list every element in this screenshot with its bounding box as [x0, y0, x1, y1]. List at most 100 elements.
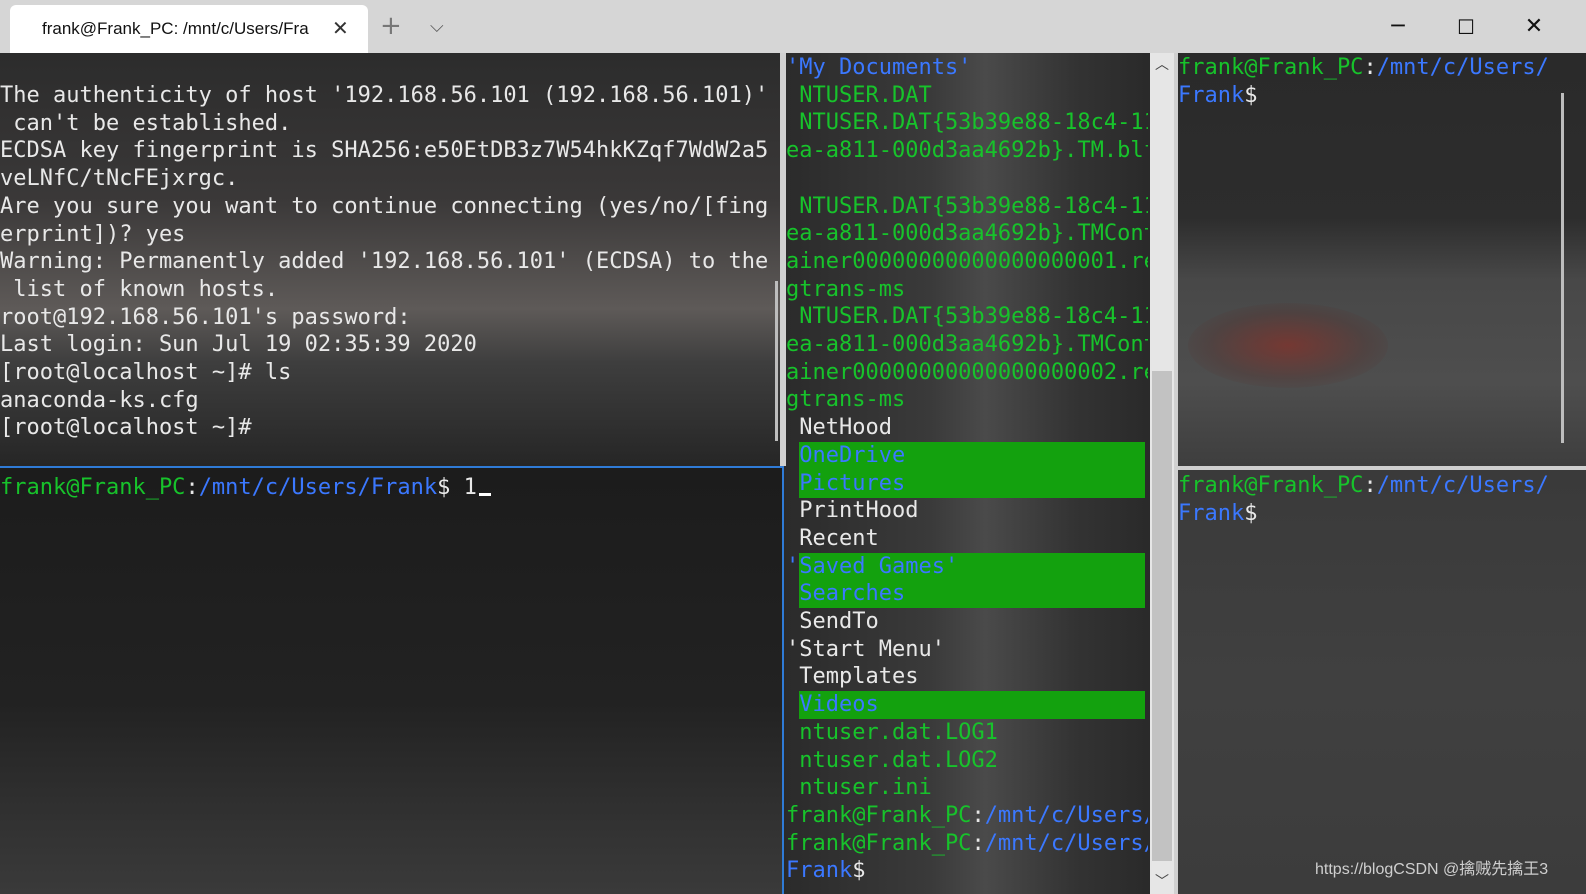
listing-entry-text: Searches	[786, 581, 906, 607]
pane-background	[0, 468, 782, 894]
pane-divider[interactable]	[1178, 466, 1586, 470]
prompt-line: frank@Frank_PC:/mnt/c/Users/Frank$ 1	[0, 474, 491, 502]
listing-pane[interactable]: 'My Documents' NTUSER.DAT NTUSER.DAT{53b…	[786, 53, 1148, 894]
maximize-button[interactable]: ☐	[1446, 10, 1486, 44]
listing-entry-text: ea-a811-000d3aa4692b}.TMCont	[786, 221, 1148, 247]
prompt-dollar: $	[1244, 501, 1258, 526]
listing-entry: NTUSER.DAT{53b39e88-18c4-11	[786, 193, 1148, 221]
ssh-output-line: [root@localhost ~]# ls	[0, 360, 292, 385]
prompt-dollar: $	[1244, 83, 1258, 108]
top-right-shell-pane[interactable]: frank@Frank_PC:/mnt/c/Users/ Frank$	[1178, 53, 1586, 466]
listing-entry: OneDrive	[786, 441, 1148, 470]
active-shell-pane[interactable]: frank@Frank_PC:/mnt/c/Users/Frank$ 1	[0, 466, 784, 894]
listing-entry: ainer00000000000000000002.re	[786, 359, 1148, 387]
listing-entry: gtrans-ms	[786, 276, 905, 304]
listing-entry-text: ntuser.dat.LOG2	[786, 747, 998, 773]
listing-entry-text: Recent	[786, 525, 879, 551]
pane-divider[interactable]	[780, 53, 786, 466]
listing-entry: ea-a811-000d3aa4692b}.TM.blf	[786, 137, 1148, 165]
scrollbar-thumb[interactable]	[775, 281, 778, 441]
scrollbar-thumb[interactable]	[1152, 371, 1172, 861]
text-cursor	[478, 493, 491, 496]
tab-close-icon[interactable]: ✕	[332, 16, 349, 40]
terminal-tab[interactable]: frank@Frank_PC: /mnt/c/Users/Fra ✕	[10, 5, 368, 53]
scroll-up-icon[interactable]: ︿	[1150, 53, 1174, 77]
listing-entry: ntuser.dat.LOG2	[786, 747, 998, 775]
prompt-line: frank@Frank_PC:/mnt/c/Users/	[786, 802, 1148, 830]
close-window-button[interactable]: ✕	[1514, 10, 1554, 44]
listing-entry-text: gtrans-ms	[786, 276, 906, 302]
prompt-colon: :	[971, 803, 985, 828]
listing-entry-text: NTUSER.DAT{53b39e88-18c4-11	[786, 304, 1148, 330]
listing-entry: 'Start Menu'	[786, 636, 945, 664]
prompt-colon: :	[1363, 473, 1377, 498]
command-input[interactable]: 1	[450, 475, 477, 500]
prompt-path: Frank	[1178, 501, 1245, 526]
ssh-output-line: Are you sure you want to continue connec…	[0, 193, 769, 219]
prompt-line: Frank$	[1178, 82, 1257, 110]
pane-background	[1178, 53, 1586, 466]
ssh-pane[interactable]: The authenticity of host '192.168.56.101…	[0, 53, 780, 466]
listing-entry-text: 'Start Menu'	[786, 636, 945, 662]
chevron-down-icon[interactable]: ⌵	[430, 15, 444, 39]
listing-entry: NTUSER.DAT	[786, 82, 932, 110]
listing-entry-text: Templates	[786, 664, 919, 690]
bottom-right-shell-pane[interactable]: frank@Frank_PC:/mnt/c/Users/ Frank$	[1178, 470, 1586, 894]
prompt-path: /mnt/c/Users/Frank	[198, 475, 438, 500]
prompt-path: /mnt/c/Users/	[984, 803, 1148, 828]
new-tab-plus-icon[interactable]: +	[380, 12, 402, 40]
listing-entry-text: ea-a811-000d3aa4692b}.TM.blf	[786, 138, 1148, 164]
prompt-path: /mnt/c/Users/	[1376, 473, 1549, 498]
minimize-button[interactable]: ─	[1378, 10, 1418, 44]
listing-entry-text: NTUSER.DAT{53b39e88-18c4-11	[786, 110, 1148, 136]
listing-entry: gtrans-ms	[786, 386, 905, 414]
prompt-line: frank@Frank_PC:/mnt/c/Users/	[1178, 472, 1549, 500]
ssh-output-line: can't be established.	[0, 110, 292, 136]
ssh-output-line: veLNfC/tNcFEjxrgc.	[0, 166, 239, 192]
listing-entry-text: ea-a811-000d3aa4692b}.TMCont	[786, 332, 1148, 357]
prompt-dollar: $	[852, 858, 866, 883]
ssh-output-line: list of known hosts.	[0, 276, 279, 302]
prompt-user: frank@Frank_PC	[1178, 55, 1364, 80]
listing-entry-text: PrintHood	[786, 498, 919, 524]
listing-entry: NTUSER.DAT{53b39e88-18c4-11	[786, 303, 1148, 331]
listing-entry: Videos	[786, 691, 1148, 720]
listing-entry: Pictures	[786, 469, 1148, 498]
listing-entry-text: gtrans-ms	[786, 387, 906, 413]
title-bar: frank@Frank_PC: /mnt/c/Users/Fra ✕ + ⌵ ─…	[0, 0, 1586, 53]
listing-entry-text: 'Saved Games'	[786, 553, 959, 579]
listing-entry: ntuser.dat.LOG1	[786, 719, 998, 747]
prompt-path: Frank	[786, 858, 853, 883]
prompt-line: frank@Frank_PC:/mnt/c/Users/	[1178, 54, 1549, 82]
watermark-text: https://blogCSDN @擒贼先擒王3	[1315, 861, 1549, 878]
scroll-down-icon[interactable]: ﹀	[1150, 870, 1174, 894]
listing-scrollbar[interactable]: ︿ ﹀	[1150, 53, 1174, 894]
listing-entry-text: NTUSER.DAT	[786, 82, 932, 108]
ssh-output-line: ECDSA key fingerprint is SHA256:e50EtDB3…	[0, 138, 769, 164]
prompt-colon: :	[971, 831, 985, 856]
listing-entry: 'Saved Games'	[786, 552, 1148, 581]
listing-entry: ainer00000000000000000001.re	[786, 248, 1148, 276]
listing-entry-text: NTUSER.DAT{53b39e88-18c4-11	[786, 193, 1148, 219]
listing-entry: ntuser.ini	[786, 774, 932, 802]
listing-entry-text: OneDrive	[786, 442, 906, 468]
ssh-output-line: Last login: Sun Jul 19 02:35:39 2020	[0, 332, 477, 358]
listing-entry: ea-a811-000d3aa4692b}.TMCont	[786, 331, 1148, 359]
ssh-output-line: erprint])? yes	[0, 221, 186, 247]
pane-divider[interactable]	[1174, 53, 1178, 894]
prompt-path: Frank	[1178, 83, 1245, 108]
prompt-line: frank@Frank_PC:/mnt/c/Users/	[786, 830, 1148, 858]
scrollbar-thumb[interactable]	[1561, 93, 1564, 443]
listing-entry-text: ntuser.ini	[786, 775, 932, 801]
prompt-user: frank@Frank_PC	[786, 803, 972, 828]
listing-entry: ea-a811-000d3aa4692b}.TMCont	[786, 220, 1148, 248]
listing-entry-text: NetHood	[786, 415, 892, 441]
listing-entry-text: ainer00000000000000000001.re	[786, 248, 1148, 274]
prompt-colon: :	[1363, 55, 1377, 80]
listing-entry: Searches	[786, 580, 1148, 609]
listing-entry: Templates	[786, 663, 918, 691]
listing-entry: Recent	[786, 525, 879, 553]
prompt-colon: :	[185, 475, 199, 500]
listing-entry-text: 'My Documents'	[786, 55, 972, 80]
listing-entry-text: ainer00000000000000000002.re	[786, 359, 1148, 385]
